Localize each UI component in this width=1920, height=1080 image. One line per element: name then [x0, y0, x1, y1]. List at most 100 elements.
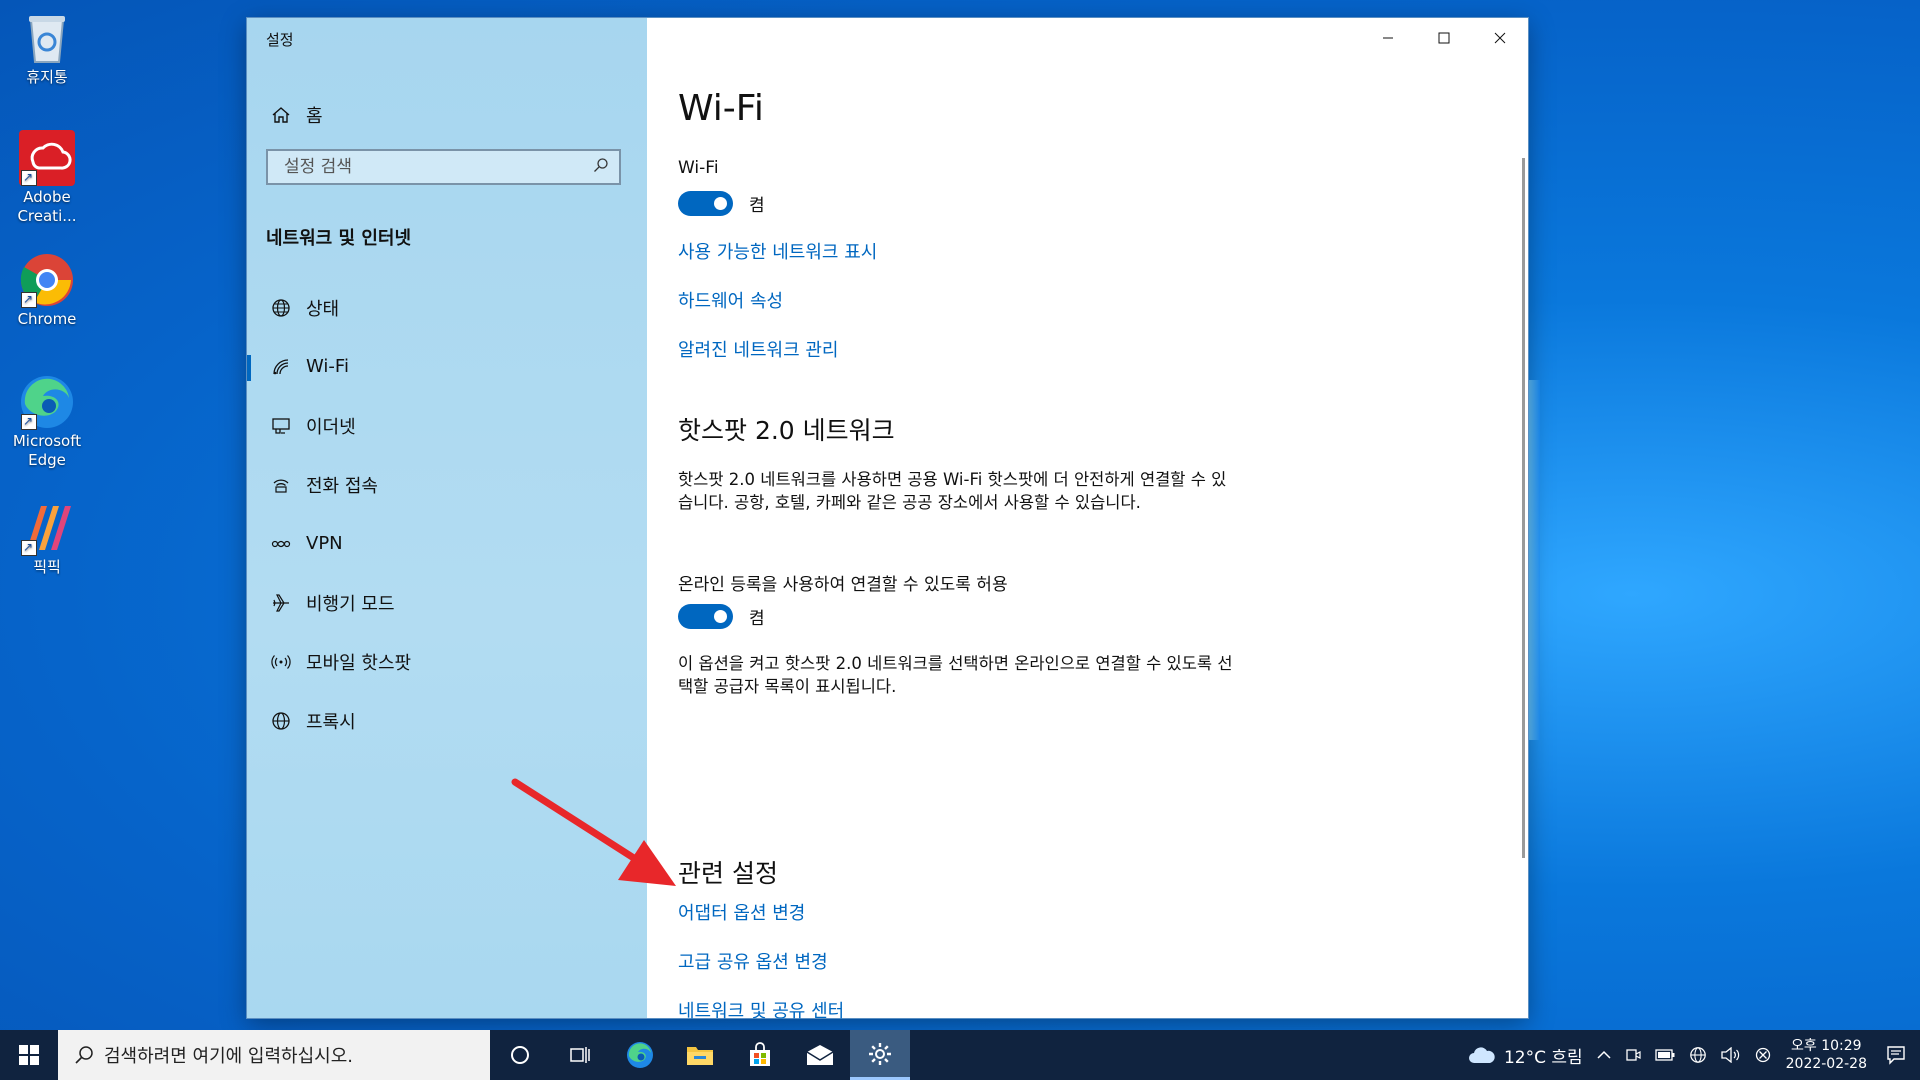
wifi-toggle[interactable] [678, 190, 733, 216]
show-hidden-icons-button[interactable] [1597, 1050, 1611, 1060]
hotspot-icon [266, 647, 296, 677]
settings-search-input[interactable] [282, 156, 593, 178]
taskbar-clock[interactable]: 오후 10:29 2022-02-28 [1786, 1037, 1867, 1073]
wifi-toggle-state: 켬 [749, 195, 765, 216]
proxy-globe-icon [266, 706, 296, 736]
wifi-icon [266, 352, 296, 382]
cortana-button[interactable] [490, 1030, 550, 1080]
search-icon[interactable] [593, 157, 609, 177]
maximize-icon [1438, 32, 1450, 44]
sidebar-item-label: VPN [306, 533, 343, 554]
advanced-sharing-options-link[interactable]: 고급 공유 옵션 변경 [678, 948, 828, 974]
manage-known-networks-link[interactable]: 알려진 네트워크 관리 [678, 336, 838, 362]
taskbar-mail[interactable] [790, 1030, 850, 1080]
tray-input-indicator[interactable] [1755, 1047, 1771, 1063]
desktop-icon-label: 픽픽 [33, 558, 61, 576]
sidebar-item-mobile-hotspot[interactable]: 모바일 핫스팟 [247, 632, 647, 691]
maximize-button[interactable] [1416, 18, 1472, 58]
minimize-button[interactable] [1360, 18, 1416, 58]
picpick-icon [19, 500, 75, 557]
sidebar-nav-list: 상태 Wi-Fi 이더넷 전화 접속 VPN 비행기 모드 모바일 핫스팟 프록… [247, 278, 647, 750]
notification-icon [1887, 1046, 1905, 1065]
minimize-icon [1383, 37, 1393, 39]
battery-icon [1654, 1049, 1675, 1061]
sidebar-section-title: 네트워크 및 인터넷 [266, 228, 412, 249]
tray-battery[interactable] [1654, 1049, 1675, 1061]
settings-content: Wi-Fi Wi-Fi 켬 사용 가능한 네트워크 표시 하드웨어 속성 알려진… [647, 18, 1528, 1022]
show-available-networks-link[interactable]: 사용 가능한 네트워크 표시 [678, 238, 877, 264]
mail-icon [806, 1045, 834, 1065]
related-settings-heading: 관련 설정 [678, 859, 778, 888]
gear-icon [869, 1042, 891, 1065]
clock-time: 오후 10:29 [1791, 1038, 1862, 1054]
sidebar-item-dialup[interactable]: 전화 접속 [247, 455, 647, 514]
folder-icon [687, 1047, 713, 1065]
desktop-icon-label: 휴지통 [26, 68, 68, 86]
task-view-button[interactable] [550, 1030, 610, 1080]
chevron-up-icon [1597, 1050, 1611, 1059]
no-entry-icon [1755, 1047, 1770, 1063]
taskbar-settings[interactable] [850, 1030, 910, 1080]
vpn-icon [266, 529, 296, 559]
cortana-circle-icon [511, 1046, 529, 1064]
tray-network[interactable] [1689, 1046, 1707, 1064]
page-title: Wi-Fi [678, 88, 764, 129]
sidebar-item-label: 이더넷 [306, 416, 356, 438]
desktop-icon-adobe[interactable]: Adobe Creati... [4, 130, 90, 226]
nav-home[interactable]: 홈 [266, 98, 323, 132]
adobe-creative-cloud-icon [19, 130, 75, 187]
taskbar-search-box[interactable]: 검색하려면 여기에 입력하십시오. [58, 1030, 490, 1080]
desktop-icon-recycle-bin[interactable]: 휴지통 [4, 10, 90, 87]
desktop-icon-chrome[interactable]: Chrome [4, 252, 90, 329]
home-icon [266, 100, 296, 130]
store-bag-icon [750, 1042, 770, 1066]
desktop-icon-label: Microsoft Edge [12, 432, 82, 469]
system-tray: 12°C 흐림 오후 10:29 2022-02-28 [1461, 1030, 1920, 1080]
edge-icon [19, 374, 75, 431]
network-globe-icon [1689, 1047, 1706, 1063]
taskbar-store[interactable] [730, 1030, 790, 1080]
action-center-button[interactable] [1886, 1045, 1906, 1065]
hotspot-description: 핫스팟 2.0 네트워크를 사용하면 공용 Wi-Fi 핫스팟에 더 안전하게 … [678, 470, 1227, 512]
desktop-icon-picpick[interactable]: 픽픽 [4, 500, 90, 577]
clock-date: 2022-02-28 [1785, 1056, 1867, 1072]
settings-window: 설정 홈 네트워크 및 인터넷 상태 [247, 18, 1528, 1022]
dialup-icon [266, 470, 296, 500]
online-signup-toggle-state: 켬 [749, 608, 765, 629]
start-button[interactable] [0, 1030, 58, 1080]
change-adapter-options-link[interactable]: 어댑터 옵션 변경 [678, 899, 805, 925]
sidebar-item-wifi[interactable]: Wi-Fi [247, 337, 647, 396]
taskbar-edge[interactable] [610, 1030, 670, 1080]
sidebar-item-label: 비행기 모드 [306, 593, 395, 615]
close-button[interactable] [1472, 18, 1528, 58]
task-view-icon [570, 1047, 590, 1063]
sidebar-item-label: 전화 접속 [306, 475, 378, 497]
online-signup-toggle-row: 켬 [678, 603, 765, 629]
cloud-icon [1468, 1047, 1495, 1063]
tray-meet-now[interactable] [1625, 1047, 1641, 1063]
sidebar-item-ethernet[interactable]: 이더넷 [247, 396, 647, 455]
online-signup-toggle[interactable] [678, 603, 733, 629]
wifi-label: Wi-Fi [678, 158, 719, 178]
weather-widget[interactable]: 12°C 흐림 [1468, 1043, 1583, 1068]
network-sharing-center-link[interactable]: 네트워크 및 공유 센터 [678, 997, 844, 1023]
wifi-toggle-row: 켬 [678, 190, 765, 216]
taskbar-file-explorer[interactable] [670, 1030, 730, 1080]
windows-logo-icon [19, 1045, 39, 1065]
settings-search-box[interactable] [266, 149, 621, 185]
tray-volume[interactable] [1720, 1047, 1741, 1063]
nav-home-label: 홈 [306, 106, 323, 127]
sidebar-item-vpn[interactable]: VPN [247, 514, 647, 573]
content-scrollbar[interactable] [1522, 158, 1525, 858]
desktop-icon-edge[interactable]: Microsoft Edge [4, 374, 90, 470]
camera-icon [1625, 1049, 1641, 1061]
sidebar-item-label: 모바일 핫스팟 [306, 652, 412, 674]
settings-sidebar: 설정 홈 네트워크 및 인터넷 상태 [247, 18, 647, 1018]
sidebar-item-proxy[interactable]: 프록시 [247, 691, 647, 750]
weather-text: 12°C 흐림 [1503, 1047, 1583, 1068]
hardware-properties-link[interactable]: 하드웨어 속성 [678, 287, 783, 313]
speaker-icon [1720, 1047, 1739, 1063]
ethernet-icon [266, 411, 296, 441]
sidebar-item-status[interactable]: 상태 [247, 278, 647, 337]
sidebar-item-airplane[interactable]: 비행기 모드 [247, 573, 647, 632]
